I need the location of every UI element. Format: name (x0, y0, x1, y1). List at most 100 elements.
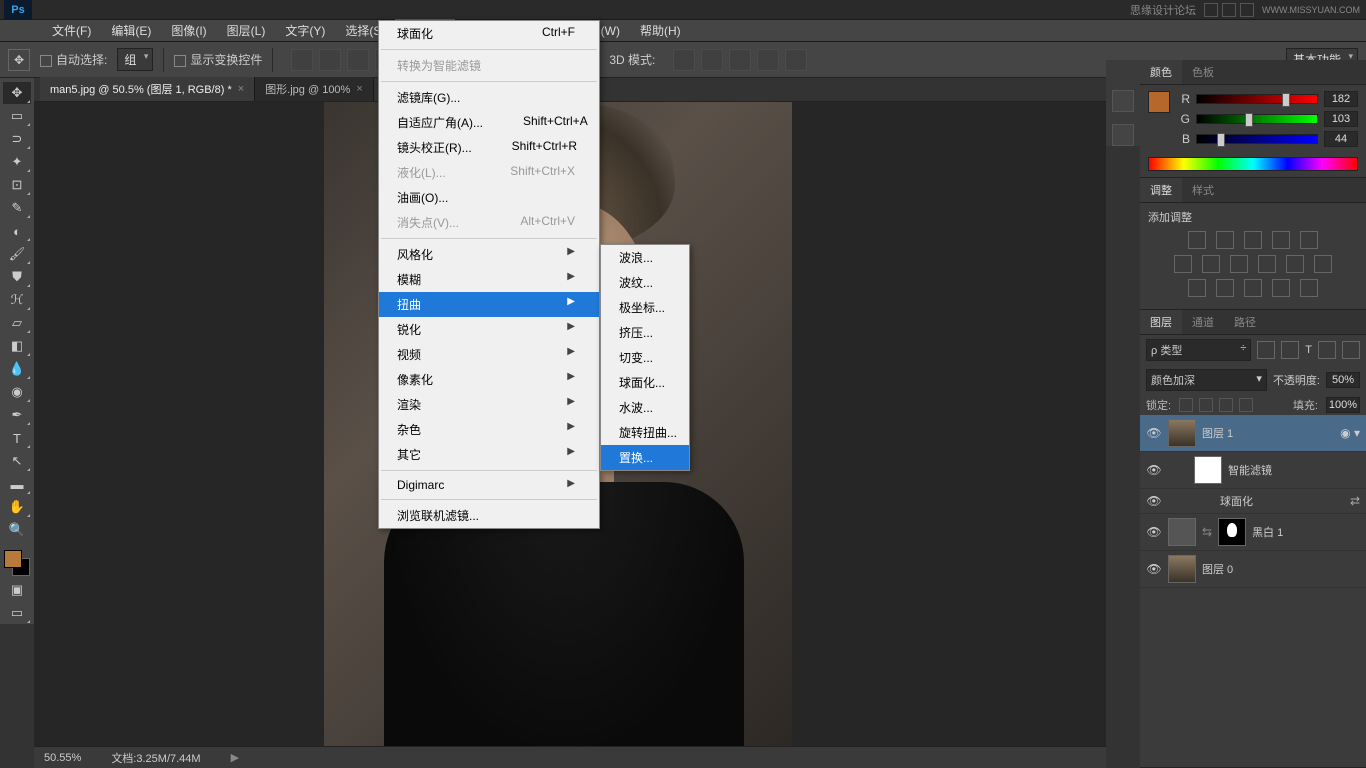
document-tab[interactable]: 图形.jpg @ 100%× (255, 77, 374, 101)
type-tool-icon[interactable]: T (3, 427, 31, 449)
path-select-tool-icon[interactable]: ↖ (3, 450, 31, 472)
colorbalance-icon[interactable] (1202, 255, 1220, 273)
visibility-icon[interactable]: 👁 (1146, 463, 1162, 477)
tab-swatches[interactable]: 色板 (1182, 60, 1224, 84)
menu-item[interactable]: 油画(O)... (379, 185, 599, 210)
selectivecolor-icon[interactable] (1300, 279, 1318, 297)
levels-icon[interactable] (1216, 231, 1234, 249)
fx-toggle-icon[interactable]: ⇄ (1350, 494, 1360, 508)
menu-item[interactable]: 像素化▶ (379, 367, 599, 392)
menu-item[interactable]: Digimarc▶ (379, 474, 599, 496)
eraser-tool-icon[interactable]: ▱ (3, 312, 31, 334)
exposure-icon[interactable] (1272, 231, 1290, 249)
menu-图层[interactable]: 图层(L) (217, 19, 276, 42)
menu-item[interactable]: 杂色▶ (379, 417, 599, 442)
visibility-icon[interactable]: 👁 (1146, 525, 1162, 539)
history-panel-icon[interactable] (1112, 90, 1134, 112)
fg-color-swatch[interactable] (1148, 91, 1170, 113)
visibility-icon[interactable]: 👁 (1146, 494, 1162, 508)
lock-trans-icon[interactable] (1179, 398, 1193, 412)
crop-tool-icon[interactable]: ⊡ (3, 174, 31, 196)
mode3d-icon[interactable] (757, 49, 779, 71)
invert-icon[interactable] (1188, 279, 1206, 297)
mode3d-icon[interactable] (729, 49, 751, 71)
filter-adj-icon[interactable] (1281, 341, 1299, 359)
lock-pos-icon[interactable] (1219, 398, 1233, 412)
active-tool-icon[interactable]: ✥ (8, 49, 30, 71)
tab-styles[interactable]: 样式 (1182, 178, 1224, 202)
menu-item[interactable]: 锐化▶ (379, 317, 599, 342)
menu-item[interactable]: 波浪... (601, 245, 689, 270)
bw-icon[interactable] (1230, 255, 1248, 273)
dodge-tool-icon[interactable]: ◉ (3, 381, 31, 403)
color-slider[interactable] (1196, 94, 1318, 104)
properties-panel-icon[interactable] (1112, 124, 1134, 146)
fill-input[interactable]: 100% (1326, 397, 1360, 413)
menu-帮助[interactable]: 帮助(H) (630, 19, 691, 42)
menu-文件[interactable]: 文件(F) (42, 19, 101, 42)
menu-item[interactable]: 浏览联机滤镜... (379, 503, 599, 528)
opacity-input[interactable]: 50% (1326, 372, 1360, 388)
menu-item[interactable]: 风格化▶ (379, 242, 599, 267)
align-icon[interactable] (347, 49, 369, 71)
menu-item[interactable]: 置换... (601, 445, 689, 470)
menu-item[interactable]: 水波... (601, 395, 689, 420)
heal-tool-icon[interactable]: ◐ (3, 220, 31, 242)
close-tab-icon[interactable]: × (356, 83, 362, 95)
visibility-icon[interactable]: 👁 (1146, 562, 1162, 576)
history-brush-tool-icon[interactable]: ℋ (3, 289, 31, 311)
menu-item[interactable]: 极坐标... (601, 295, 689, 320)
tab-paths[interactable]: 路径 (1224, 310, 1266, 334)
color-slider[interactable] (1196, 114, 1318, 124)
menu-item[interactable]: 镜头校正(R)...Shift+Ctrl+R (379, 135, 599, 160)
menu-item[interactable]: 扭曲▶ (379, 292, 599, 317)
menu-文字[interactable]: 文字(Y) (275, 19, 335, 42)
layer-row[interactable]: 👁图层 1◉ ▾ (1140, 415, 1366, 452)
menu-编辑[interactable]: 编辑(E) (101, 19, 161, 42)
foreground-swatch[interactable] (4, 550, 22, 568)
zoom-level[interactable]: 50.55% (44, 752, 81, 764)
hue-icon[interactable] (1174, 255, 1192, 273)
gradient-tool-icon[interactable]: ◧ (3, 335, 31, 357)
menu-item[interactable]: 其它▶ (379, 442, 599, 467)
lasso-tool-icon[interactable]: ⊃ (3, 128, 31, 150)
screenmode-icon[interactable]: ▭ (3, 602, 31, 624)
filter-pixel-icon[interactable] (1257, 341, 1275, 359)
mode3d-icon[interactable] (785, 49, 807, 71)
mask-thumb[interactable] (1218, 518, 1246, 546)
zoom-tool-icon[interactable]: 🔍 (3, 519, 31, 541)
threshold-icon[interactable] (1244, 279, 1262, 297)
layer-row[interactable]: 👁球面化⇄ (1140, 489, 1366, 514)
menu-item[interactable]: 球面化... (601, 370, 689, 395)
layer-row[interactable]: 👁图层 0 (1140, 551, 1366, 588)
hand-tool-icon[interactable]: ✋ (3, 496, 31, 518)
layer-row[interactable]: 👁智能滤镜 (1140, 452, 1366, 489)
document-tab[interactable]: man5.jpg @ 50.5% (图层 1, RGB/8) *× (40, 77, 255, 101)
menu-item[interactable]: 旋转扭曲... (601, 420, 689, 445)
menu-item[interactable]: 波纹... (601, 270, 689, 295)
vibrance-icon[interactable] (1300, 231, 1318, 249)
menu-item[interactable]: 视频▶ (379, 342, 599, 367)
shape-tool-icon[interactable]: ▬ (3, 473, 31, 495)
layer-thumb[interactable] (1168, 555, 1196, 583)
close-icon[interactable] (1240, 3, 1254, 17)
menu-图像[interactable]: 图像(I) (161, 19, 216, 42)
marquee-tool-icon[interactable]: ▭ (3, 105, 31, 127)
menu-item[interactable]: 自适应广角(A)...Shift+Ctrl+A (379, 110, 599, 135)
lock-all-icon[interactable] (1239, 398, 1253, 412)
tab-channels[interactable]: 通道 (1182, 310, 1224, 334)
channel-value[interactable]: 103 (1324, 111, 1358, 127)
align-icon[interactable] (319, 49, 341, 71)
tab-adjustments[interactable]: 调整 (1140, 178, 1182, 202)
brightness-icon[interactable] (1188, 231, 1206, 249)
photofilter-icon[interactable] (1258, 255, 1276, 273)
layer-row[interactable]: 👁⇆黑白 1 (1140, 514, 1366, 551)
wand-tool-icon[interactable]: ✦ (3, 151, 31, 173)
eyedropper-tool-icon[interactable]: ✎ (3, 197, 31, 219)
menu-item[interactable]: 渲染▶ (379, 392, 599, 417)
color-slider[interactable] (1196, 134, 1318, 144)
blur-tool-icon[interactable]: 💧 (3, 358, 31, 380)
auto-select-check[interactable]: 自动选择: (40, 51, 107, 68)
colorlookup-icon[interactable] (1314, 255, 1332, 273)
show-transform-check[interactable]: 显示变换控件 (174, 51, 262, 68)
